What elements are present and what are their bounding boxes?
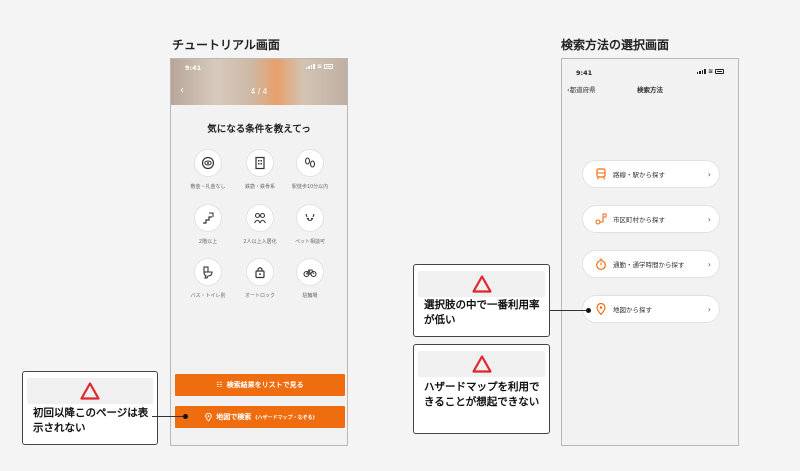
status-time: 9:41	[185, 64, 202, 72]
condition-reinforced[interactable]: 鉄筋・鉄骨系	[237, 149, 283, 190]
annotation-connector	[550, 310, 588, 311]
condition-label: 駐輪場	[302, 293, 318, 299]
battery-icon	[715, 69, 724, 74]
condition-label: 2人以上入居化	[243, 239, 277, 245]
map-pin-icon	[596, 303, 606, 315]
annotation-marker	[586, 308, 591, 313]
nav-bar: ‹都道府県 検索方法	[562, 81, 738, 97]
toilet-icon	[203, 266, 213, 279]
timer-icon	[596, 258, 606, 270]
nav-title: 検索方法	[637, 86, 663, 94]
condition-second-floor[interactable]: 2階以上	[185, 204, 231, 245]
condition-two-people[interactable]: 2人以上入居化	[237, 204, 283, 245]
chevron-right-icon: ›	[707, 259, 711, 269]
condition-bicycle-parking[interactable]: 駐輪場	[287, 258, 333, 299]
warning-triangle-icon	[471, 355, 492, 373]
method-route-station[interactable]: 路線・駅から探す ›	[582, 160, 720, 188]
chevron-right-icon: ›	[707, 169, 711, 179]
condition-pets[interactable]: ペット相談可	[287, 204, 333, 245]
wifi-icon: ≋	[316, 63, 322, 70]
status-bar: 9:41 ≋	[562, 64, 738, 78]
chevron-right-icon: ›	[707, 304, 711, 314]
annotation-text: ハザードマップを利用できることが想起できない	[424, 381, 540, 408]
area-icon	[595, 213, 607, 225]
search-method-phone-screen: 9:41 ≋ ‹都道府県 検索方法 路線・駅から探す › 市区町村から探す › …	[561, 58, 739, 446]
status-bar: 9:41 ≋	[171, 59, 347, 73]
battery-icon	[324, 64, 333, 69]
money-icon	[201, 156, 215, 170]
condition-label: 2階以上	[198, 239, 218, 245]
condition-walk-distance[interactable]: 駅徒歩10分以内	[287, 149, 333, 190]
pet-icon	[305, 213, 315, 222]
warning-triangle-icon	[471, 275, 492, 293]
map-pin-icon	[205, 412, 212, 422]
map-search-button[interactable]: 地図で検索 (ハザードマップ・なぞる)	[175, 406, 345, 428]
annotation-text: 選択肢の中で一番利用率が低い	[424, 299, 540, 326]
method-municipality[interactable]: 市区町村から探す ›	[582, 205, 720, 233]
stairs-icon	[203, 212, 214, 224]
tutorial-heading: 気になる条件を教えてっ	[207, 124, 311, 135]
tutorial-annotation: 初回以降このページは表示されない	[22, 371, 158, 445]
condition-separate-bath[interactable]: バス・トイレ別	[185, 258, 231, 299]
annotation-marker	[183, 414, 188, 419]
search-method-section-title: 検索方法の選択画面	[561, 38, 670, 52]
warning-triangle-icon	[80, 382, 100, 400]
tutorial-section-title: チュートリアル画面	[172, 38, 280, 52]
tutorial-phone-screen: 9:41 ≋ ‹ 4 / 4 気になる条件を教えてっ 敷金・礼金なし 鉄筋・鉄骨…	[170, 58, 348, 446]
building-icon	[255, 156, 265, 170]
method-commute-time[interactable]: 通勤・通学時間から探す ›	[582, 250, 720, 278]
list-icon: ☷	[216, 381, 223, 389]
chevron-right-icon: ›	[707, 214, 711, 224]
condition-auto-lock[interactable]: オートロック	[237, 258, 283, 299]
condition-label: 敷金・礼金なし	[190, 184, 226, 190]
list-results-button[interactable]: ☷ 検索結果をリストで見る	[175, 374, 345, 396]
hazard-annotation: ハザードマップを利用できることが想起できない	[413, 344, 550, 434]
bicycle-icon	[303, 269, 317, 278]
method-map[interactable]: 地図から探す ›	[582, 295, 720, 323]
annotation-text: 初回以降このページは表示されない	[33, 407, 149, 434]
condition-label: 鉄筋・鉄骨系	[244, 184, 275, 190]
condition-label: バス・トイレ別	[190, 293, 226, 299]
lock-icon	[255, 267, 265, 279]
footprints-icon	[304, 157, 316, 168]
annotation-connector	[152, 416, 185, 417]
condition-label: オートロック	[244, 293, 275, 299]
page-indicator: 4 / 4	[250, 87, 268, 96]
wifi-icon: ≋	[707, 68, 713, 75]
train-icon	[596, 168, 606, 180]
signal-icon	[696, 69, 706, 74]
low-usage-annotation: 選択肢の中で一番利用率が低い	[413, 264, 550, 337]
signal-icon	[305, 64, 315, 69]
status-time: 9:41	[576, 69, 593, 77]
condition-label: ペット相談可	[294, 239, 325, 245]
condition-label: 駅徒歩10分以内	[291, 184, 329, 190]
condition-deposit-free[interactable]: 敷金・礼金なし	[185, 149, 231, 190]
people-icon	[254, 212, 266, 224]
